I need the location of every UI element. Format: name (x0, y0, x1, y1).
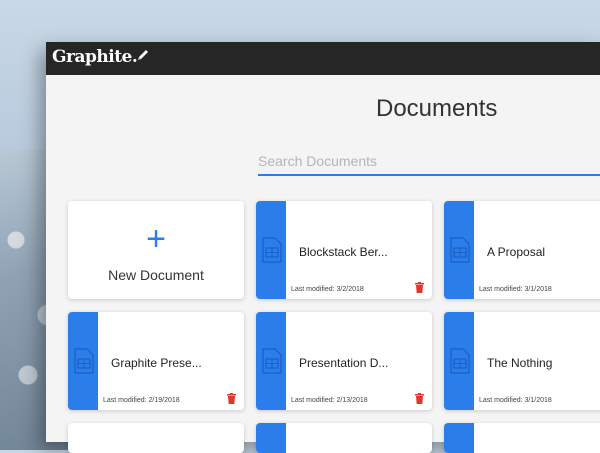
document-card[interactable]: Blockstack Ber... Last modified: 3/2/201… (256, 201, 432, 299)
document-color-strip (444, 423, 474, 453)
document-icon (262, 348, 282, 374)
document-card[interactable] (68, 423, 244, 453)
document-card[interactable] (444, 423, 600, 453)
trash-icon[interactable] (415, 393, 424, 404)
document-card[interactable]: Presentation D... Last modified: 2/13/20… (256, 312, 432, 410)
document-card[interactable] (256, 423, 432, 453)
plus-icon: + (146, 220, 166, 258)
document-icon (262, 237, 282, 263)
last-modified: Last modified: 3/2/2018 (291, 286, 364, 293)
new-document-card[interactable]: + New Document (68, 201, 244, 299)
trash-icon[interactable] (415, 282, 424, 293)
trash-icon[interactable] (227, 393, 236, 404)
last-modified: Last modified: 2/19/2018 (103, 397, 180, 404)
document-color-strip (256, 201, 286, 299)
search-input[interactable] (258, 148, 600, 176)
last-modified: Last modified: 2/13/2018 (291, 397, 368, 404)
app-window: Graphite. Documents + New Document Block… (46, 42, 600, 453)
last-modified: Last modified: 3/1/2018 (479, 286, 552, 293)
document-color-strip (444, 312, 474, 410)
document-title: Graphite Prese... (111, 356, 202, 370)
pencil-icon (138, 50, 148, 60)
document-card[interactable]: Graphite Prese... Last modified: 2/19/20… (68, 312, 244, 410)
document-color-strip (256, 423, 286, 453)
document-title: A Proposal (487, 245, 546, 259)
document-card[interactable]: A Proposal Last modified: 3/1/2018 (444, 201, 600, 299)
document-title: Presentation D... (299, 356, 389, 370)
document-icon (74, 348, 94, 374)
last-modified: Last modified: 3/1/2018 (479, 397, 552, 404)
app-logo[interactable]: Graphite. (52, 47, 138, 67)
document-icon (450, 237, 470, 263)
document-card[interactable]: The Nothing Last modified: 3/1/2018 (444, 312, 600, 410)
document-title: The Nothing (487, 356, 553, 370)
document-icon (450, 348, 470, 374)
top-bar: Graphite. (46, 42, 600, 75)
new-document-label: New Document (108, 267, 204, 283)
document-title: Blockstack Ber... (299, 245, 388, 259)
document-color-strip (256, 312, 286, 410)
page-title: Documents (376, 95, 498, 122)
document-color-strip (444, 201, 474, 299)
document-color-strip (68, 312, 98, 410)
